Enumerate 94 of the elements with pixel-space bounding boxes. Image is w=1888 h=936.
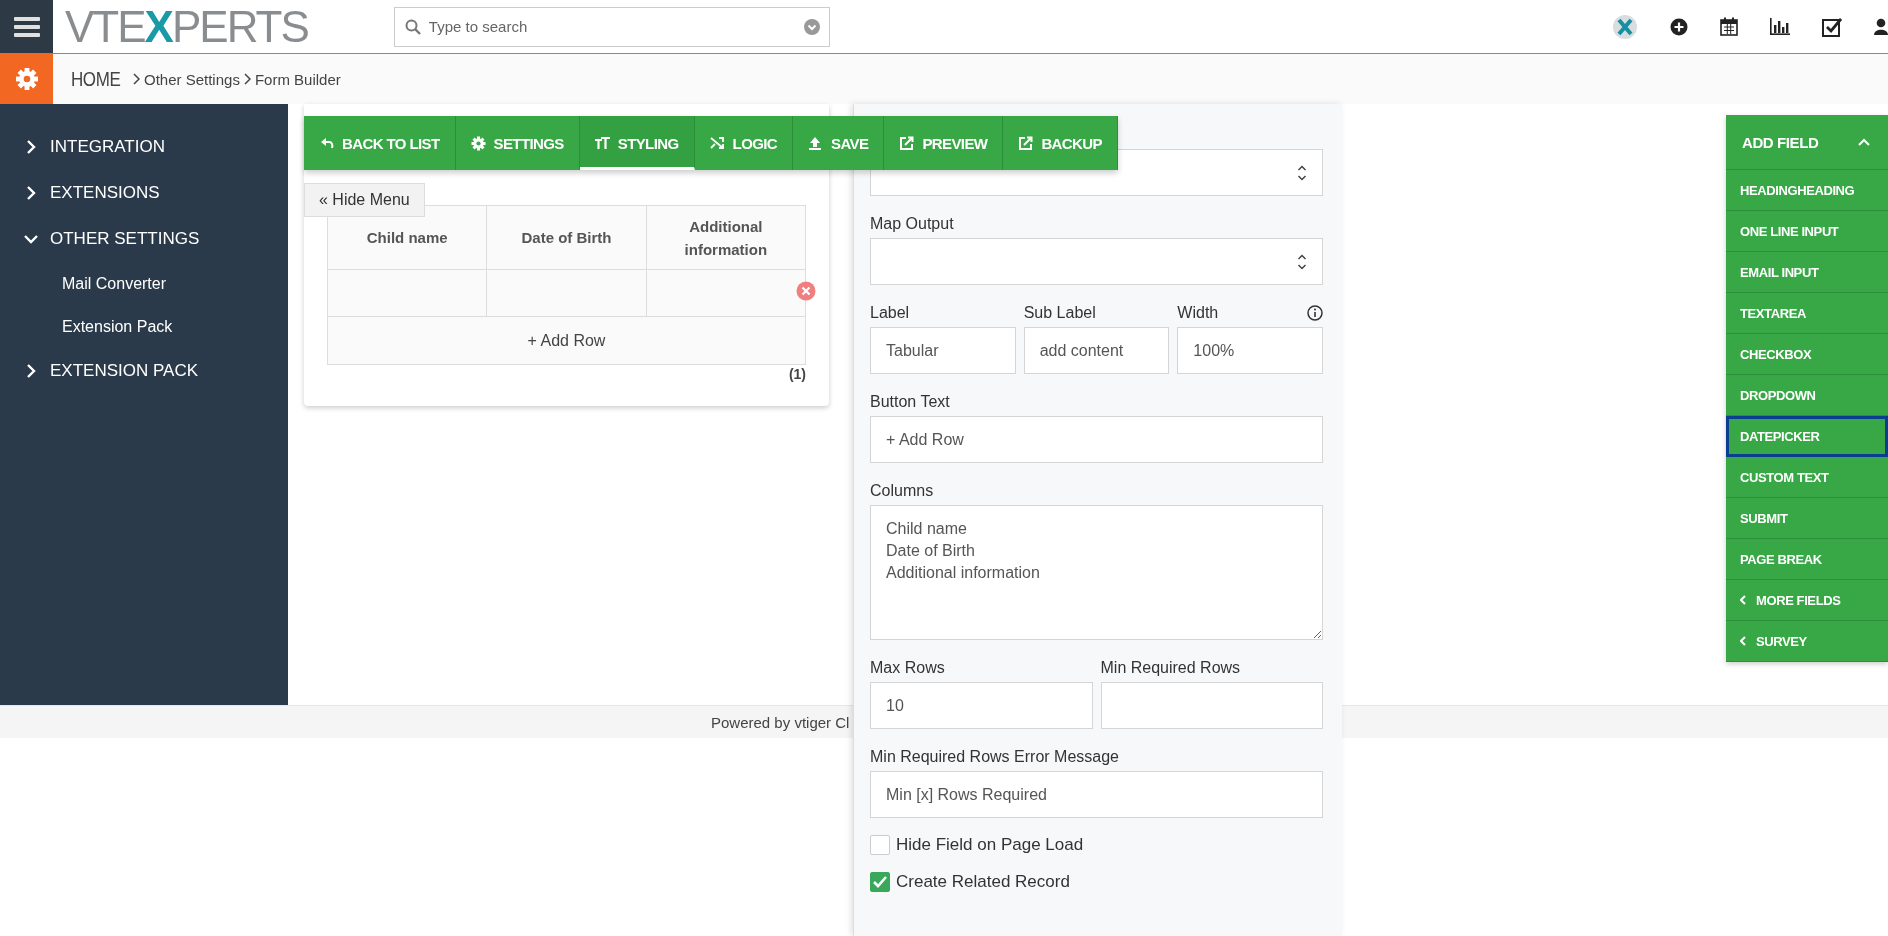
plus-circle-icon[interactable] <box>1670 17 1688 36</box>
input-field[interactable]: 100% <box>1177 327 1323 374</box>
chevron-right-icon <box>24 186 38 200</box>
menu-button[interactable] <box>0 0 53 53</box>
sidebar-item-label: INTEGRATION <box>50 137 165 157</box>
checkbox-label: Create Related Record <box>896 872 1070 892</box>
input-field[interactable]: 10 <box>870 682 1093 729</box>
add-field-header[interactable]: ADD FIELD <box>1726 115 1888 170</box>
add-row-button[interactable]: + Add Row <box>327 316 806 365</box>
settings-icon <box>470 135 486 151</box>
input-field[interactable] <box>1100 682 1323 729</box>
field-label: Max Rows <box>870 658 945 678</box>
text-size-icon <box>594 135 610 151</box>
add-field-item[interactable]: HEADINGHEADING <box>1726 170 1888 211</box>
checkbox[interactable] <box>870 835 890 855</box>
add-field-item[interactable]: MORE FIELDS <box>1726 580 1888 621</box>
row-count: (1) <box>788 366 806 382</box>
external-link-icon <box>1018 135 1034 151</box>
toolbar-button[interactable]: LOGIC <box>694 116 794 170</box>
chevron-right-icon <box>243 73 251 85</box>
sidebar-item[interactable]: EXTENSIONS <box>0 170 288 216</box>
field-label: Min Required Rows <box>1100 658 1241 678</box>
checkbox-label: Hide Field on Page Load <box>896 835 1084 855</box>
search-icon <box>404 18 421 35</box>
up-down-caret-icon <box>1297 164 1307 181</box>
checkbox-icon[interactable] <box>1822 16 1842 37</box>
input-field[interactable]: Min [x] Rows Required <box>870 771 1323 818</box>
home-link[interactable]: HOME <box>71 67 121 91</box>
chevron-left-icon <box>1740 595 1746 605</box>
toolbar-button[interactable]: BACK TO LIST <box>304 116 456 170</box>
add-field-item[interactable]: CHECKBOX <box>1726 334 1888 375</box>
sidebar-item-label: EXTENSION PACK <box>50 361 198 381</box>
hide-menu-button[interactable]: « Hide Menu <box>304 183 425 217</box>
add-field-item[interactable]: SUBMIT <box>1726 498 1888 539</box>
add-field-item[interactable]: ONE LINE INPUT <box>1726 211 1888 252</box>
logo: VTEXPERTS <box>65 1 308 52</box>
undo-icon <box>319 135 334 151</box>
toolbar-button[interactable]: SAVE <box>793 116 885 170</box>
check-icon <box>873 876 887 888</box>
column-header: Date of Birth <box>486 205 647 270</box>
chevron-up-icon <box>1858 138 1870 146</box>
footer-text: Powered by vtiger Cl <box>711 713 850 731</box>
field-label: Button Text <box>870 392 950 412</box>
sidebar-item[interactable]: OTHER SETTINGS <box>0 216 288 262</box>
checkbox[interactable] <box>870 872 890 892</box>
field-label: Min Required Rows Error Message <box>870 747 1119 767</box>
input-field[interactable]: Tabular <box>870 327 1016 374</box>
field-label: Columns <box>870 481 934 501</box>
toolbar-button[interactable]: STYLING <box>579 116 695 170</box>
bar-chart-icon[interactable] <box>1770 18 1790 35</box>
sidebar-item[interactable]: INTEGRATION <box>0 124 288 170</box>
select-field[interactable] <box>870 238 1323 285</box>
user-icon[interactable] <box>1874 18 1888 35</box>
add-field-item[interactable]: PAGE BREAK <box>1726 539 1888 580</box>
field-label: Label <box>870 303 910 323</box>
chevron-left-icon <box>1740 636 1746 646</box>
add-field-item[interactable]: TEXTAREA <box>1726 293 1888 334</box>
toolbar-button[interactable]: BACKUP <box>1003 116 1118 170</box>
breadcrumb-link[interactable]: Form Builder <box>254 70 341 88</box>
column-header: Additional information <box>646 205 806 270</box>
add-field-item[interactable]: CUSTOM TEXT <box>1726 457 1888 498</box>
input-field[interactable]: + Add Row <box>870 416 1323 463</box>
remove-icon[interactable] <box>796 281 816 301</box>
breadcrumb-link[interactable]: Other Settings <box>144 70 240 88</box>
sidebar-item-label: OTHER SETTINGS <box>50 229 200 249</box>
toolbar-button[interactable]: PREVIEW <box>884 116 1004 170</box>
add-field-item[interactable]: EMAIL INPUT <box>1726 252 1888 293</box>
chevron-right-icon <box>24 140 38 154</box>
external-link-icon <box>899 135 915 151</box>
chevron-right-icon <box>133 73 140 85</box>
field-label: Map Output <box>870 214 954 234</box>
x-logo-icon[interactable] <box>1612 13 1638 40</box>
chevron-right-icon <box>24 364 38 378</box>
upload-icon <box>808 135 824 151</box>
sidebar-subitem[interactable]: Extension Pack <box>0 305 288 348</box>
chevron-down-icon <box>24 232 38 246</box>
shuffle-icon <box>709 135 725 151</box>
add-field-item[interactable]: DATEPICKER <box>1726 416 1888 457</box>
add-field-item[interactable]: SURVEY <box>1726 621 1888 662</box>
settings-icon <box>14 67 39 91</box>
field-label: Width <box>1177 303 1219 323</box>
sidebar-item[interactable]: EXTENSION PACK <box>0 348 288 394</box>
menu-icon <box>13 15 40 38</box>
up-down-caret-icon <box>1297 253 1307 270</box>
chevron-down-icon[interactable] <box>803 18 820 35</box>
toolbar-button[interactable]: SETTINGS <box>455 116 580 170</box>
field-label: Sub Label <box>1023 303 1096 323</box>
sidebar-subitem[interactable]: Mail Converter <box>0 262 288 305</box>
input-field[interactable]: add content <box>1023 327 1170 374</box>
add-field-item[interactable]: DROPDOWN <box>1726 375 1888 416</box>
search-field[interactable]: Type to search <box>393 6 830 47</box>
calendar-icon[interactable] <box>1720 17 1738 36</box>
sidebar-item-label: EXTENSIONS <box>50 183 160 203</box>
textarea-field[interactable]: Child name Date of Birth Additional information <box>870 505 1323 640</box>
